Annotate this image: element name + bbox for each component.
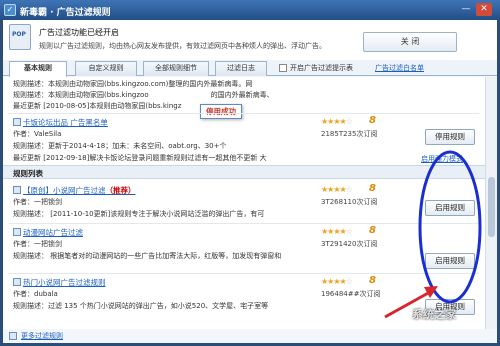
rating-stars: ★★★★☆ <box>321 277 353 286</box>
rating-stars-off: ☆ <box>345 277 353 286</box>
rule-score: 8 <box>369 183 376 194</box>
rating-stars-on: ★★★★ <box>321 117 347 126</box>
rule-desc: 规则描述： [2011-10-10更新]该规则专注于解决小说网站泛滥的弹出广告，… <box>13 210 265 218</box>
rule-title-text: 【原创】小说网广告过滤 <box>23 186 106 195</box>
tab-bar: 基本规则 自定义规则 全部规则细节 过滤日志 开启广告过滤提示表 广告过滤白名单 <box>3 60 497 77</box>
header-description: 规则以广告过滤规则，均由热心网友发布提供，有效过滤网页中各种烦人的弹出、浮动广告… <box>39 42 326 50</box>
rule-title-kafan[interactable]: 卡饭论坛出品 广告黑名单 <box>13 117 108 128</box>
rating-stars-off: ☆ <box>345 227 353 236</box>
rule-author: 作者：ValeSila <box>13 130 62 138</box>
rating-stars: ★★★★☆ <box>321 185 353 194</box>
tab-custom-rules[interactable]: 自定义规则 <box>75 61 137 76</box>
divider <box>9 273 479 274</box>
window-title: 新毒霸 · 广告过滤规则 <box>20 8 111 18</box>
vertical-scrollbar[interactable] <box>485 77 497 329</box>
rule-icon <box>13 186 21 194</box>
tab-all-rule-details[interactable]: 全部规则细节 <box>143 61 209 76</box>
top-rule-desc-2: 规则描述：本规则由动物家园(bbs.kingzoo 的国内外最新病毒、 <box>13 90 274 100</box>
rating-stars-on: ★★★★ <box>321 277 347 286</box>
dialog-body: POP 广告过滤功能已经开启 规则以广告过滤规则，均由热心网友发布提供，有效过滤… <box>3 20 497 343</box>
top-rule-desc-2-tail: 的国内外最新病毒、 <box>210 91 274 99</box>
rating-stars-on: ★★★★ <box>321 227 347 236</box>
watermark-logo: 系统之家 <box>412 308 456 321</box>
rule-author: 作者：dubala <box>13 290 58 298</box>
rule-title-novel[interactable]: 【原创】小说网广告过滤（推荐） <box>13 185 136 196</box>
recommend-tag: （推荐） <box>105 186 136 195</box>
rules-list-panel: 规则描述：本规则由动物家园(bbs.kingzoo.com)整理的国内外最新病毒… <box>3 77 497 329</box>
pop-icon-text: POP <box>12 31 26 38</box>
disabled-success-toast: 停用成功 <box>200 104 242 119</box>
rule-desc: 规则描述： 根据笔者对的动漫网站的一些广告比加寄法大际，红版等，加发现有弹窗和 <box>13 252 282 260</box>
rule-title-hot-novel[interactable]: 热门小说网广告过滤规则 <box>13 277 106 288</box>
top-rule-desc-2-head: 规则描述：本规则由动物家园(bbs.kingzoo <box>13 91 149 99</box>
header-panel: POP 广告过滤功能已经开启 规则以广告过滤规则，均由热心网友发布提供，有效过滤… <box>3 20 497 60</box>
rule-title-text: 卡饭论坛出品 广告黑名单 <box>23 118 108 127</box>
enable-rule-button[interactable]: 启用规则 <box>425 200 475 216</box>
more-rules-icon <box>9 332 17 340</box>
popup-hint-checkbox[interactable] <box>279 64 287 72</box>
rule-desc: 规则描述：过滤 135 个热门小说网站的弹出广告，如小说520、文学屋、宅子室等 <box>13 302 269 310</box>
scrollbar-thumb[interactable] <box>488 177 495 237</box>
subscribe-count: 2185T235次订阅 <box>321 130 378 138</box>
rule-score: 8 <box>369 115 376 126</box>
disable-rule-button[interactable]: 停用规则 <box>425 129 475 145</box>
tab-basic-rules[interactable]: 基本规则 <box>9 61 67 77</box>
rule-author: 作者：一把锁剑 <box>13 240 62 248</box>
rating-stars-off: ☆ <box>345 117 353 126</box>
rule-desc: 规则描述：更新于2014-4-18；加未：未名空间、oabt.org、30+个 <box>13 142 227 150</box>
rule-score: 8 <box>369 225 376 236</box>
rule-title-text: 热门小说网广告过滤规则 <box>23 278 106 287</box>
top-rule-update: 最近更新 [2010-08-05]本规则由动物家园(bbs.kingz <box>13 102 182 110</box>
close-button[interactable]: 关 闭 <box>363 32 457 52</box>
divider <box>9 223 479 224</box>
rule-update: 最近更新 [2012-09-18]解决卡饭论坛登录问题重新规则过滤有一超其他不更… <box>13 154 267 162</box>
pop-filter-icon: POP <box>9 24 31 50</box>
header-title: 广告过滤功能已经开启 <box>39 28 119 37</box>
rule-icon <box>13 118 21 126</box>
rule-score: 8 <box>369 275 376 286</box>
rating-stars: ★★★★☆ <box>321 227 353 236</box>
more-rules-link[interactable]: 更多过滤规则 <box>21 331 63 341</box>
rule-icon <box>13 278 21 286</box>
rating-stars-on: ★★★★ <box>321 185 347 194</box>
footer-bar: 更多过滤规则 <box>3 329 497 343</box>
strong-mode-link[interactable]: 启用强力模式 <box>421 154 463 164</box>
section-header: 规则列表 <box>3 165 485 179</box>
subscribe-count: 3T291420次订阅 <box>321 240 378 248</box>
minimize-button[interactable]: — <box>458 3 474 16</box>
popup-hint-label: 开启广告过滤提示表 <box>290 64 353 72</box>
rating-stars-off: ☆ <box>345 185 353 194</box>
subscribe-count: 196484##次订阅 <box>321 290 381 298</box>
whitelist-link[interactable]: 广告过滤白名单 <box>375 63 424 73</box>
section-title: 规则列表 <box>13 169 43 178</box>
rule-author: 作者：一把锁剑 <box>13 198 62 206</box>
divider <box>9 113 479 114</box>
tab-filter-log[interactable]: 过滤日志 <box>215 61 267 76</box>
rating-stars: ★★★★☆ <box>321 117 353 126</box>
window-close-button[interactable]: ✕ <box>476 3 492 16</box>
app-logo-icon: ✓ <box>4 4 16 16</box>
enable-rule-button[interactable]: 启用规则 <box>425 253 475 269</box>
rule-title-anime[interactable]: 动漫网站广告过滤 <box>13 227 83 238</box>
rule-title-text: 动漫网站广告过滤 <box>23 228 83 237</box>
subscribe-count: 3T268110次订阅 <box>321 198 378 206</box>
window-titlebar: ✓ 新毒霸 · 广告过滤规则 — ✕ <box>0 0 500 20</box>
rule-icon <box>13 228 21 236</box>
top-rule-desc: 规则描述：本规则由动物家园(bbs.kingzoo.com)整理的国内外最新病毒… <box>13 80 253 88</box>
